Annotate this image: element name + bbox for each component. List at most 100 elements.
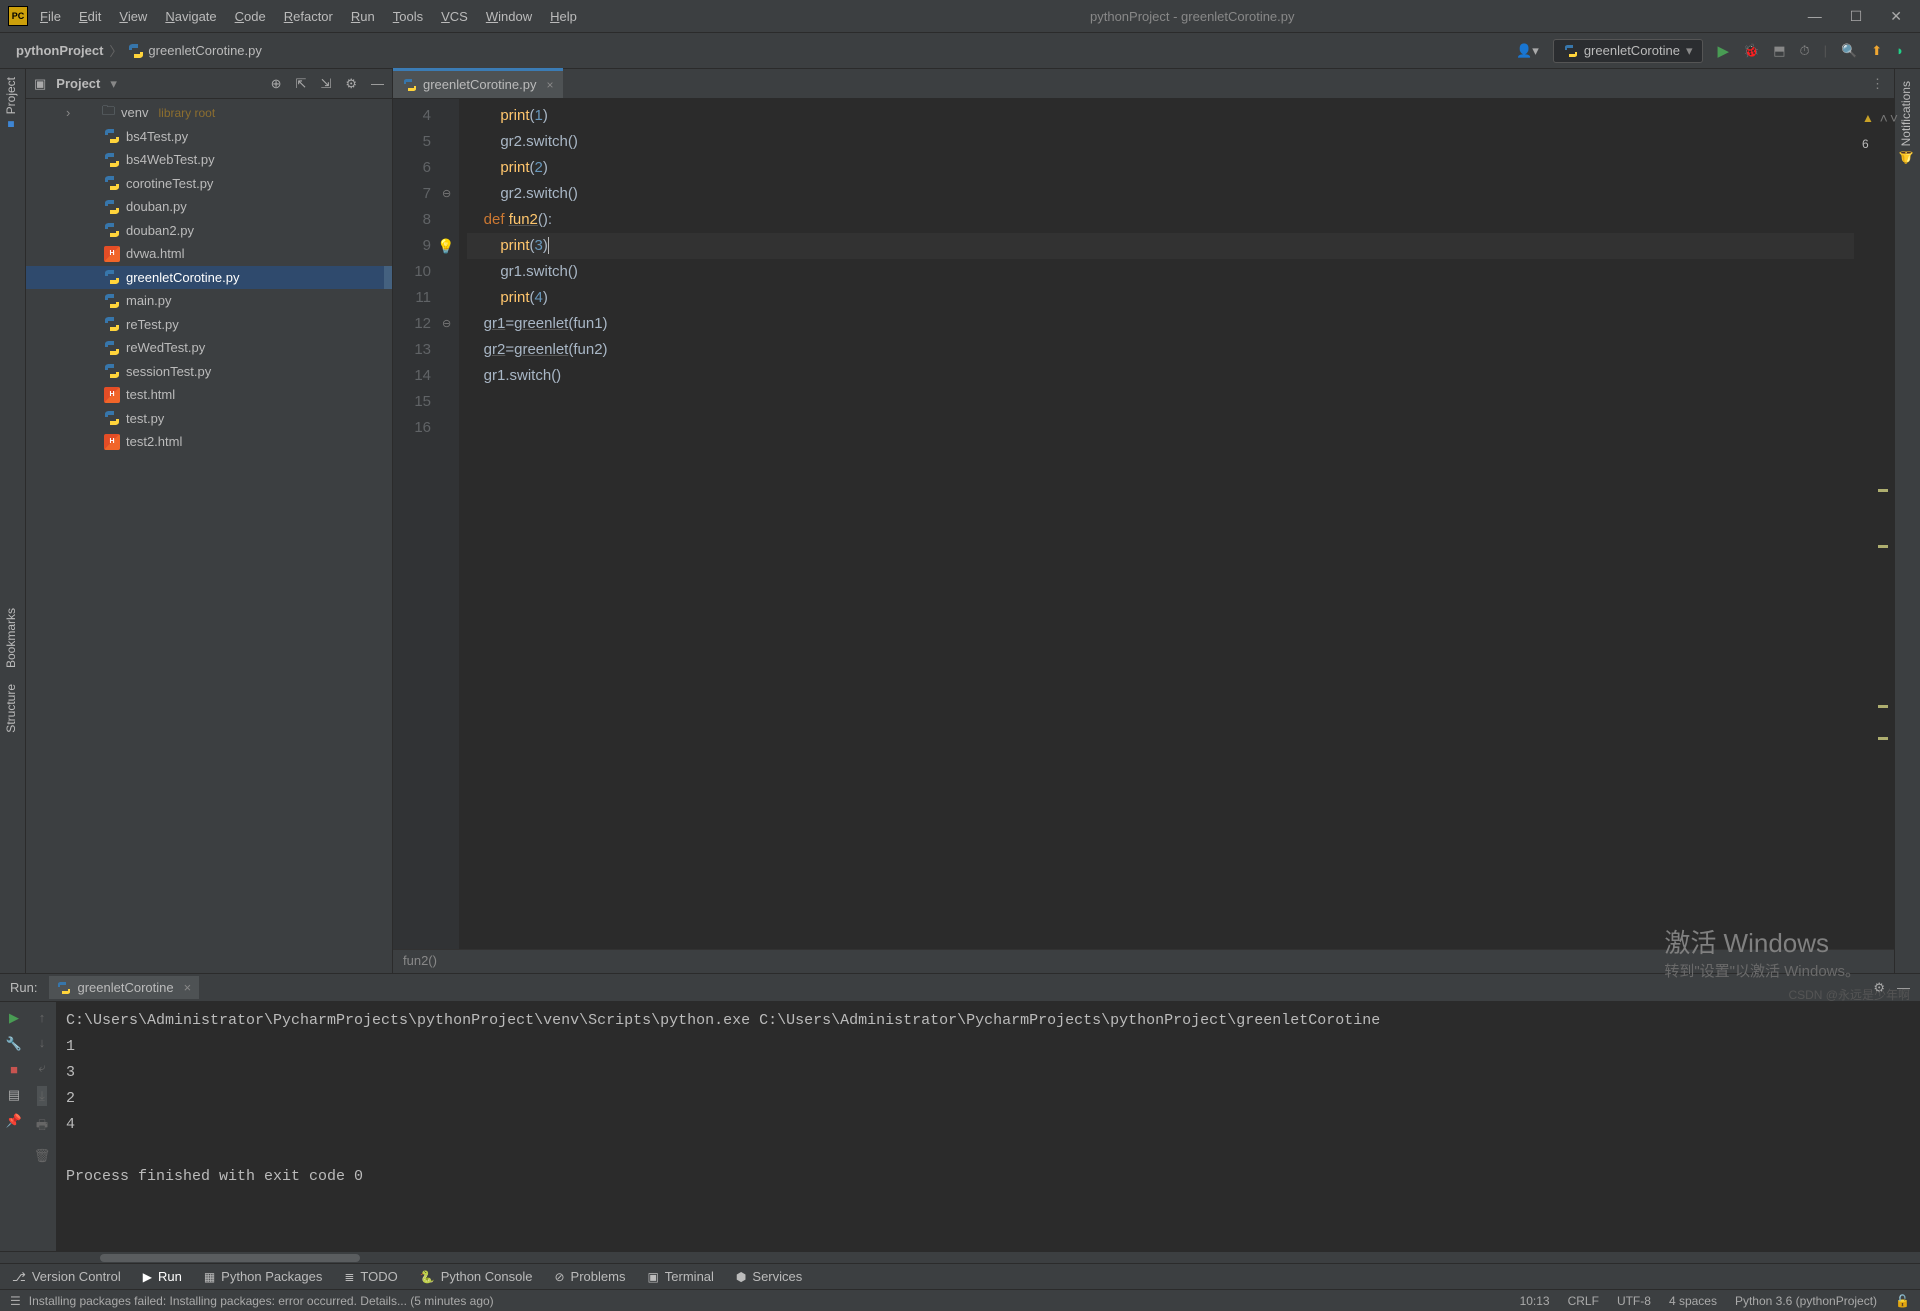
warnings-badge[interactable]: ▲ 6 — [1862, 105, 1874, 157]
ide-features-button[interactable]: ◗ — [1896, 43, 1904, 58]
bottom-tab-todo[interactable]: ≣TODO — [344, 1269, 397, 1284]
bottom-tab-python-console[interactable]: 🐍Python Console — [420, 1269, 533, 1284]
code-line-4[interactable]: print(1) — [467, 103, 1854, 129]
editor-body[interactable]: 45678910111213141516 ⊖⊖⊖ print(1) gr2.sw… — [393, 99, 1894, 949]
code-line-7[interactable]: gr2.switch() — [467, 181, 1854, 207]
tree-item-test-py[interactable]: test.py — [26, 407, 392, 431]
pin-button[interactable]: 📌 — [6, 1113, 22, 1129]
minimize-button[interactable]: — — [1808, 8, 1822, 25]
status-item[interactable]: 4 spaces — [1669, 1294, 1717, 1308]
tree-item-main-py[interactable]: main.py — [26, 289, 392, 313]
run-config-selector[interactable]: greenletCorotine ▾ — [1553, 39, 1704, 63]
tree-item-venv[interactable]: ›🗀venvlibrary root — [26, 101, 392, 125]
breadcrumb-file[interactable]: greenletCorotine.py — [128, 43, 261, 59]
profile-button[interactable]: ⏱ — [1800, 43, 1810, 59]
maximize-button[interactable]: ☐ — [1850, 8, 1863, 25]
print-button[interactable]: 🖶 — [36, 1116, 48, 1138]
status-item[interactable]: UTF-8 — [1617, 1294, 1651, 1308]
code-line-12[interactable]: print(4) — [467, 285, 1854, 311]
menu-file[interactable]: File — [40, 9, 61, 24]
tree-item-douban2-py[interactable]: douban2.py — [26, 219, 392, 243]
code-area[interactable]: print(1) gr2.switch() print(2) gr2.switc… — [459, 99, 1862, 949]
menu-edit[interactable]: Edit — [79, 9, 101, 24]
run-tools-button[interactable]: 🔧 — [6, 1036, 22, 1052]
tree-item-reTest-py[interactable]: reTest.py — [26, 313, 392, 337]
scroll-to-end-button[interactable]: ⤓ — [37, 1086, 47, 1106]
breadcrumb-project[interactable]: pythonProject — [16, 43, 103, 58]
menu-vcs[interactable]: VCS — [441, 9, 468, 24]
status-item[interactable]: 10:13 — [1520, 1294, 1550, 1308]
editor-tab[interactable]: greenletCorotine.py × — [393, 68, 563, 98]
tree-item-dvwa-html[interactable]: Hdvwa.html — [26, 242, 392, 266]
lock-icon[interactable]: 🔓 — [1895, 1294, 1910, 1308]
editor-tabs-menu-button[interactable]: ⋮ — [1861, 70, 1894, 98]
code-line-10[interactable]: 💡 print(3)​ — [467, 233, 1854, 259]
layout-button[interactable]: ▤ — [8, 1087, 20, 1103]
bottom-tab-run[interactable]: ▶Run — [143, 1269, 182, 1284]
tree-item-bs4Test-py[interactable]: bs4Test.py — [26, 125, 392, 149]
bottom-tab-version-control[interactable]: ⎇Version Control — [12, 1269, 121, 1284]
hide-sidebar-button[interactable]: — — [371, 76, 384, 92]
code-line-15[interactable]: gr2=greenlet(fun2) — [467, 337, 1854, 363]
run-tab[interactable]: greenletCorotine × — [49, 976, 199, 999]
sidebar-settings-button[interactable]: ⚙ — [345, 76, 357, 92]
structure-tool-tab[interactable]: Structure — [0, 676, 22, 741]
sync-button[interactable]: ⬆ — [1871, 43, 1882, 59]
code-line-11[interactable]: gr1.switch() — [467, 259, 1854, 285]
editor-breadcrumb[interactable]: fun2() — [393, 949, 1894, 973]
notifications-tool-tab[interactable]: 🔔 Notifications — [1895, 73, 1917, 172]
user-icon[interactable]: 👤▾ — [1516, 43, 1539, 59]
tree-item-test2-html[interactable]: Htest2.html — [26, 430, 392, 454]
clear-button[interactable]: 🗑 — [34, 1148, 51, 1164]
close-window-button[interactable]: ✕ — [1890, 8, 1902, 25]
code-line-9[interactable]: def fun2(): — [467, 207, 1854, 233]
project-tool-tab[interactable]: ■ Project — [0, 69, 22, 140]
search-button[interactable]: 🔍 — [1841, 43, 1857, 59]
bottom-tab-services[interactable]: ⬢Services — [736, 1269, 802, 1284]
bottom-tab-terminal[interactable]: ▣Terminal — [647, 1269, 713, 1284]
expand-button[interactable]: ⇱ — [296, 76, 307, 92]
status-item[interactable]: Python 3.6 (pythonProject) — [1735, 1294, 1877, 1308]
run-button[interactable]: ▶ — [1717, 42, 1729, 60]
menu-run[interactable]: Run — [351, 9, 375, 24]
menu-window[interactable]: Window — [486, 9, 532, 24]
bottom-tab-problems[interactable]: ⊘Problems — [554, 1269, 625, 1284]
up-button[interactable]: ↑ — [39, 1010, 46, 1025]
tree-item-test-html[interactable]: Htest.html — [26, 383, 392, 407]
menu-view[interactable]: View — [119, 9, 147, 24]
locate-button[interactable]: ⊕ — [271, 76, 282, 92]
status-item[interactable]: CRLF — [1568, 1294, 1599, 1308]
tree-item-bs4WebTest-py[interactable]: bs4WebTest.py — [26, 148, 392, 172]
status-message[interactable]: Installing packages failed: Installing p… — [29, 1294, 494, 1308]
code-line-5[interactable]: gr2.switch() — [467, 129, 1854, 155]
chevron-down-icon[interactable]: ▾ — [110, 76, 117, 92]
console-output[interactable]: C:\Users\Administrator\PycharmProjects\p… — [56, 1002, 1920, 1251]
close-run-tab-button[interactable]: × — [184, 980, 192, 995]
tree-item-sessionTest-py[interactable]: sessionTest.py — [26, 360, 392, 384]
menu-code[interactable]: Code — [235, 9, 266, 24]
coverage-button[interactable]: ⬒ — [1773, 43, 1785, 59]
nav-up-icon[interactable]: ˄ — [1880, 105, 1888, 131]
stop-button[interactable]: ■ — [10, 1062, 18, 1077]
collapse-button[interactable]: ⇲ — [320, 76, 331, 92]
rerun-button[interactable]: ▶ — [9, 1010, 19, 1026]
bottom-tab-python-packages[interactable]: ▦Python Packages — [204, 1269, 323, 1284]
tree-item-corotineTest-py[interactable]: corotineTest.py — [26, 172, 392, 196]
tree-item-douban-py[interactable]: douban.py — [26, 195, 392, 219]
tree-item-reWedTest-py[interactable]: reWedTest.py — [26, 336, 392, 360]
console-scrollbar[interactable] — [0, 1251, 1920, 1263]
code-line-14[interactable]: gr1=greenlet(fun1) — [467, 311, 1854, 337]
code-line-16[interactable]: gr1.switch() — [467, 363, 1854, 389]
menu-refactor[interactable]: Refactor — [284, 9, 333, 24]
close-tab-button[interactable]: × — [546, 78, 553, 92]
debug-button[interactable]: 🐞 — [1743, 43, 1759, 59]
status-icon[interactable]: ☰ — [10, 1294, 21, 1308]
bookmarks-tool-tab[interactable]: Bookmarks — [0, 600, 22, 676]
menu-tools[interactable]: Tools — [393, 9, 423, 24]
menu-navigate[interactable]: Navigate — [165, 9, 216, 24]
down-button[interactable]: ↓ — [39, 1035, 46, 1050]
menu-help[interactable]: Help — [550, 9, 577, 24]
softwrap-button[interactable]: ⤶ — [38, 1060, 45, 1076]
tree-item-greenletCorotine-py[interactable]: greenletCorotine.py — [26, 266, 392, 290]
code-line-6[interactable]: print(2) — [467, 155, 1854, 181]
